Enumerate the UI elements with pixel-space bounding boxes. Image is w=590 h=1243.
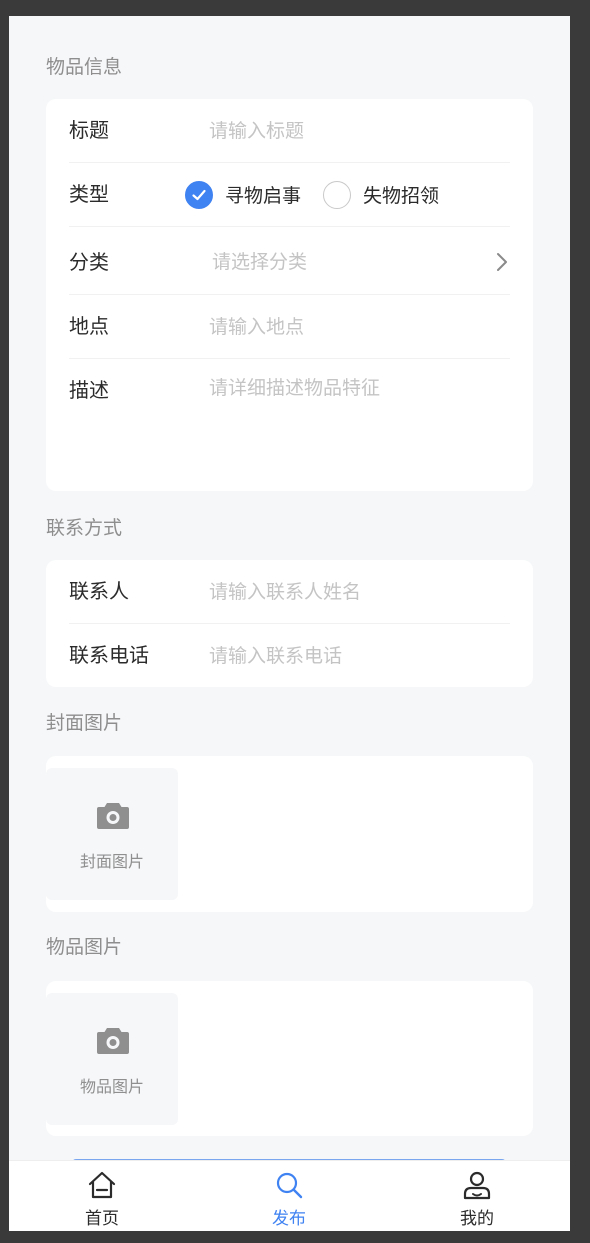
tab-publish-label: 发布 [272, 1209, 306, 1229]
camera-icon [97, 1028, 129, 1054]
location-row: 地点 [69, 295, 510, 359]
radio-lost-notice-label: 寻物启事 [225, 185, 302, 207]
item-images-card: 物品图片 [46, 981, 533, 1136]
tab-home-label: 首页 [85, 1209, 119, 1229]
title-label: 标题 [69, 118, 109, 142]
user-icon [463, 1171, 491, 1200]
description-label: 描述 [69, 378, 109, 402]
tab-publish[interactable]: 发布 [229, 1161, 349, 1231]
tab-mine-label: 我的 [460, 1209, 494, 1229]
section-title-item-images: 物品图片 [46, 936, 123, 958]
section-title-item-info: 物品信息 [46, 56, 123, 78]
type-row: 类型 寻物启事 失物招领 [69, 163, 510, 227]
item-image-upload-label: 物品图片 [79, 1077, 144, 1096]
location-input[interactable] [209, 310, 499, 344]
location-label: 地点 [69, 314, 109, 338]
chevron-right-icon [497, 253, 507, 271]
description-textarea[interactable] [209, 374, 499, 408]
tab-mine[interactable]: 我的 [417, 1161, 537, 1231]
category-picker[interactable]: 请选择分类 [212, 231, 307, 294]
cover-image-card: 封面图片 [46, 756, 533, 912]
cover-upload-label: 封面图片 [79, 852, 144, 871]
item-image-upload-button[interactable]: 物品图片 [46, 993, 178, 1125]
title-input[interactable] [209, 114, 499, 148]
section-title-contact: 联系方式 [46, 517, 123, 539]
publish-page: 物品信息 标题 类型 寻物启事 失物招领 分类 请 [9, 16, 570, 1231]
radio-checked-icon [185, 180, 213, 209]
cover-upload-button[interactable]: 封面图片 [46, 768, 178, 900]
section-title-cover: 封面图片 [46, 712, 123, 734]
type-radio-group: 寻物启事 失物招领 [185, 163, 461, 226]
contact-name-row: 联系人 [69, 560, 510, 624]
category-label: 分类 [69, 250, 109, 274]
tab-home[interactable]: 首页 [42, 1161, 162, 1231]
item-info-card: 标题 类型 寻物启事 失物招领 分类 请选择分类 [46, 99, 533, 491]
bottom-tab-bar: 首页 发布 我的 [9, 1160, 570, 1231]
home-icon [88, 1171, 116, 1199]
radio-found-notice[interactable]: 失物招领 [323, 180, 440, 209]
contact-name-label: 联系人 [69, 579, 129, 603]
category-row[interactable]: 分类 请选择分类 [69, 231, 510, 295]
radio-unchecked-icon [323, 180, 352, 209]
description-row: 描述 [69, 359, 510, 489]
contact-phone-row: 联系电话 [69, 624, 510, 687]
radio-found-notice-label: 失物招领 [363, 185, 440, 207]
title-row: 标题 [69, 99, 510, 163]
contact-name-input[interactable] [209, 575, 499, 609]
contact-phone-input[interactable] [209, 639, 499, 673]
type-label: 类型 [69, 182, 109, 206]
contact-phone-label: 联系电话 [69, 643, 149, 667]
camera-icon [97, 803, 129, 829]
search-icon [276, 1172, 303, 1199]
contact-card: 联系人 联系电话 [46, 560, 533, 687]
radio-lost-notice[interactable]: 寻物启事 [185, 180, 302, 209]
